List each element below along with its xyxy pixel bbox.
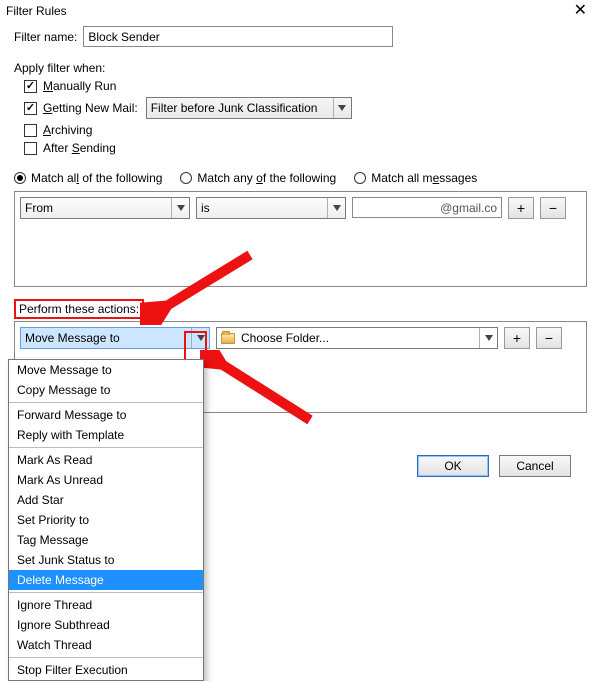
dropdown-item[interactable]: Copy Message to xyxy=(9,380,203,400)
cond-field-combo[interactable]: From xyxy=(20,197,190,219)
actions-section-label: Perform these actions: xyxy=(14,299,144,319)
folder-icon xyxy=(221,333,235,344)
action-type-combo[interactable]: Move Message to xyxy=(20,327,210,349)
ok-button[interactable]: OK xyxy=(417,455,489,477)
manually-run-label: Manually Run xyxy=(43,79,116,93)
close-icon[interactable]: ✕ xyxy=(566,4,595,18)
after-sending-checkbox[interactable] xyxy=(24,142,37,155)
dropdown-item[interactable]: Stop Filter Execution xyxy=(9,660,203,680)
getting-mail-checkbox[interactable] xyxy=(24,102,37,115)
match-all-messages-radio[interactable]: Match all messages xyxy=(354,171,477,185)
dropdown-item[interactable]: Delete Message xyxy=(9,570,203,590)
chevron-down-icon xyxy=(333,98,351,118)
annotation-arrow xyxy=(140,245,260,325)
junk-classification-combo[interactable]: Filter before Junk Classification xyxy=(146,97,352,119)
dropdown-item[interactable]: Move Message to xyxy=(9,360,203,380)
apply-when-label: Apply filter when: xyxy=(14,61,587,75)
conditions-box: From is + − xyxy=(14,191,587,287)
chevron-down-icon xyxy=(479,328,497,348)
getting-mail-label: Getting New Mail: xyxy=(43,101,138,115)
after-sending-label: After Sending xyxy=(43,141,116,155)
dropdown-item[interactable]: Add Star xyxy=(9,490,203,510)
dropdown-item[interactable]: Ignore Thread xyxy=(9,595,203,615)
cancel-button[interactable]: Cancel xyxy=(499,455,571,477)
cond-add-button[interactable]: + xyxy=(508,197,534,219)
action-add-button[interactable]: + xyxy=(504,327,530,349)
archiving-checkbox[interactable] xyxy=(24,124,37,137)
dropdown-item[interactable]: Reply with Template xyxy=(9,425,203,445)
chevron-down-icon xyxy=(171,198,189,218)
filter-name-input[interactable] xyxy=(83,26,393,47)
dropdown-item[interactable]: Mark As Unread xyxy=(9,470,203,490)
archiving-label: Archiving xyxy=(43,123,92,137)
annotation-arrow xyxy=(200,350,320,430)
dropdown-item[interactable]: Set Junk Status to xyxy=(9,550,203,570)
dropdown-item[interactable]: Watch Thread xyxy=(9,635,203,655)
manually-run-checkbox[interactable] xyxy=(24,80,37,93)
cond-remove-button[interactable]: − xyxy=(540,197,566,219)
filter-name-label: Filter name: xyxy=(14,30,77,44)
junk-classification-value: Filter before Junk Classification xyxy=(151,101,318,115)
window-title: Filter Rules xyxy=(6,4,67,18)
radio-dot-icon xyxy=(180,172,192,184)
annotation-highlight xyxy=(184,331,207,361)
action-dropdown-menu[interactable]: Move Message toCopy Message to Forward Me… xyxy=(8,359,204,681)
match-all-radio[interactable]: Match all of the following xyxy=(14,171,162,185)
action-remove-button[interactable]: − xyxy=(536,327,562,349)
cond-op-combo[interactable]: is xyxy=(196,197,346,219)
dropdown-item[interactable]: Ignore Subthread xyxy=(9,615,203,635)
dropdown-item[interactable]: Forward Message to xyxy=(9,405,203,425)
radio-dot-icon xyxy=(354,172,366,184)
dropdown-item[interactable]: Tag Message xyxy=(9,530,203,550)
chevron-down-icon xyxy=(327,198,345,218)
choose-folder-combo[interactable]: Choose Folder... xyxy=(216,327,498,349)
match-any-radio[interactable]: Match any of the following xyxy=(180,171,336,185)
dropdown-item[interactable]: Mark As Read xyxy=(9,450,203,470)
dropdown-item[interactable]: Set Priority to xyxy=(9,510,203,530)
radio-dot-icon xyxy=(14,172,26,184)
cond-value-input[interactable] xyxy=(352,197,502,218)
